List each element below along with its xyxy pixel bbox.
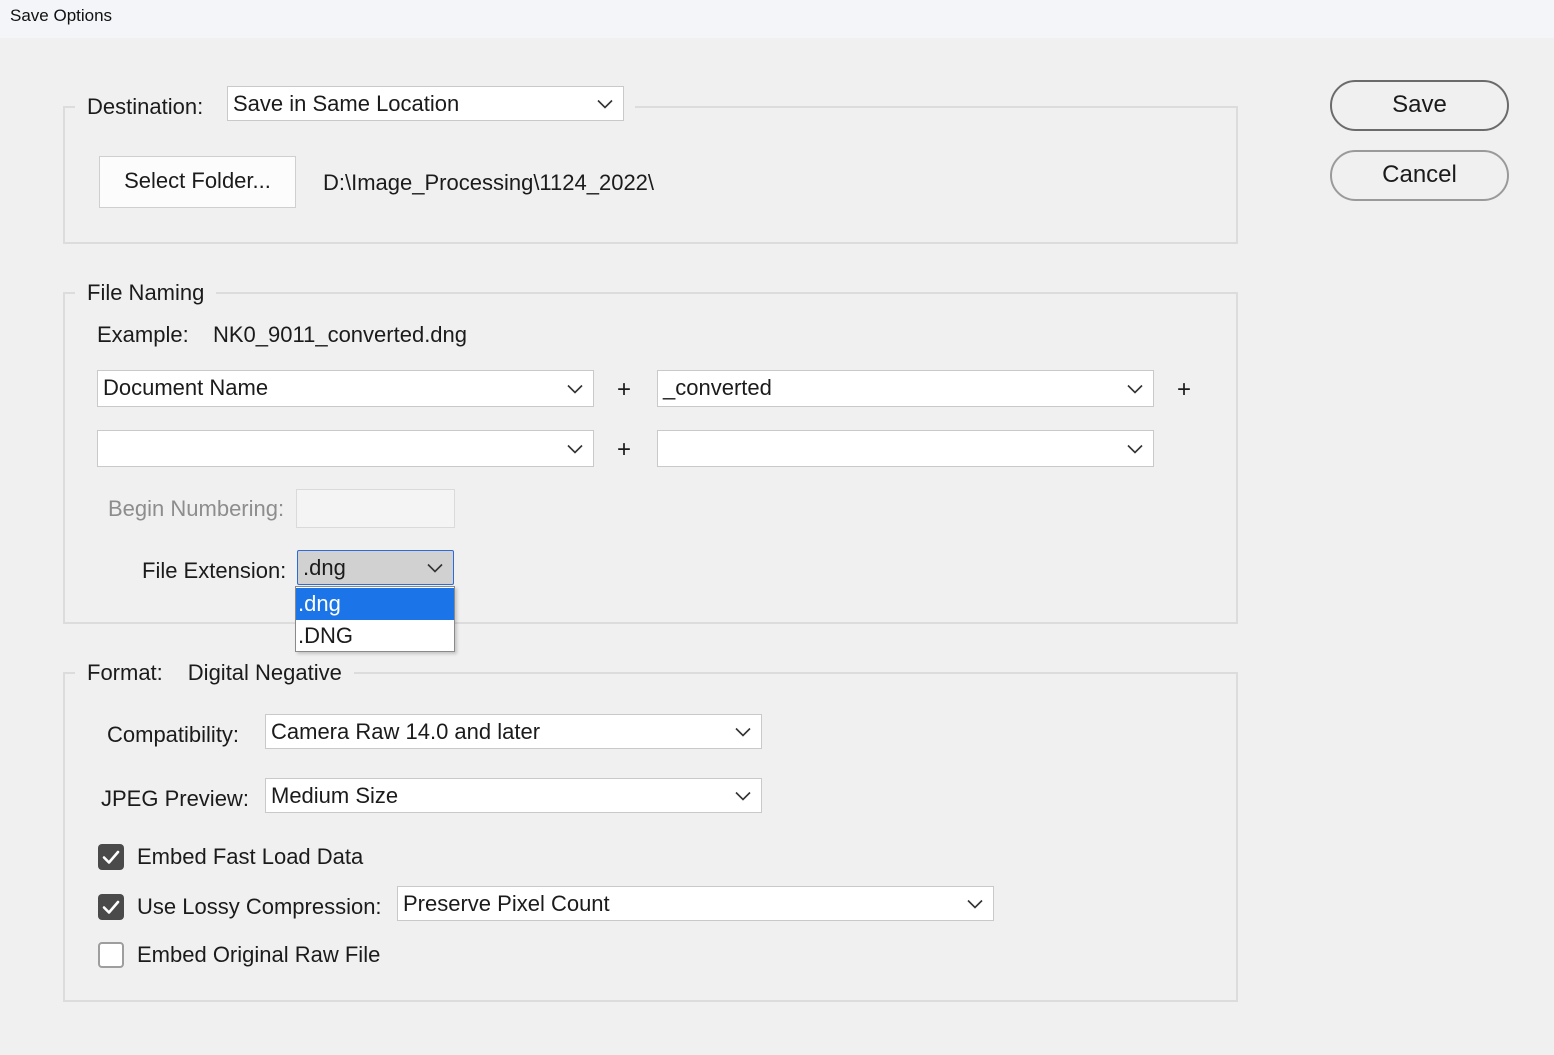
compatibility-value: Camera Raw 14.0 and later — [271, 719, 541, 744]
plus-separator: + — [1177, 376, 1192, 403]
embed-fast-load-checkbox[interactable] — [98, 844, 124, 870]
chevron-down-icon — [735, 727, 751, 737]
example-label: Example: — [97, 322, 189, 347]
naming-field-4[interactable] — [657, 430, 1154, 467]
chevron-down-icon — [597, 99, 613, 109]
example-value: NK0_9011_converted.dng — [213, 322, 468, 347]
file-extension-options-list: .dng .DNG — [295, 586, 455, 652]
file-extension-value: .dng — [303, 555, 346, 580]
plus-separator: + — [617, 436, 632, 463]
file-extension-option[interactable]: .dng — [296, 588, 454, 620]
naming-field-2-value: _converted — [663, 375, 772, 400]
begin-numbering-input — [296, 489, 455, 528]
naming-field-2[interactable]: _converted — [657, 370, 1154, 407]
begin-numbering-label: Begin Numbering: — [108, 496, 285, 521]
chevron-down-icon — [427, 563, 443, 573]
file-naming-title: File Naming — [75, 279, 217, 307]
file-extension-label: File Extension: — [142, 558, 287, 583]
jpeg-preview-value: Medium Size — [271, 783, 399, 808]
title-bar: Save Options — [0, 0, 1554, 38]
jpeg-preview-dropdown[interactable]: Medium Size — [265, 778, 762, 813]
file-extension-option[interactable]: .DNG — [296, 620, 454, 652]
format-label: Format: — [87, 660, 163, 685]
checkmark-icon — [102, 850, 120, 864]
compatibility-label: Compatibility: — [107, 722, 240, 747]
window-title: Save Options — [10, 6, 113, 25]
lossy-compression-dropdown[interactable]: Preserve Pixel Count — [397, 886, 994, 921]
chevron-down-icon — [1127, 384, 1143, 394]
chevron-down-icon — [567, 384, 583, 394]
lossy-compression-value: Preserve Pixel Count — [403, 891, 610, 916]
naming-field-1[interactable]: Document Name — [97, 370, 594, 407]
compatibility-dropdown[interactable]: Camera Raw 14.0 and later — [265, 714, 762, 749]
checkmark-icon — [102, 900, 120, 914]
select-folder-button[interactable]: Select Folder... — [99, 156, 296, 208]
chevron-down-icon — [567, 444, 583, 454]
format-legend: Format: Digital Negative — [75, 659, 354, 687]
format-value: Digital Negative — [187, 660, 342, 685]
plus-separator: + — [617, 376, 632, 403]
cancel-button[interactable]: Cancel — [1330, 150, 1509, 201]
destination-dropdown-value: Save in Same Location — [233, 91, 460, 116]
embed-original-raw-label[interactable]: Embed Original Raw File — [137, 941, 380, 969]
destination-label: Destination: — [75, 93, 216, 121]
chevron-down-icon — [967, 899, 983, 909]
embed-original-raw-checkbox[interactable] — [98, 942, 124, 968]
destination-dropdown[interactable]: Save in Same Location — [227, 86, 624, 121]
file-extension-dropdown[interactable]: .dng — [297, 550, 454, 585]
naming-field-1-value: Document Name — [103, 375, 269, 400]
jpeg-preview-label: JPEG Preview: — [101, 786, 249, 811]
chevron-down-icon — [1127, 444, 1143, 454]
lossy-compression-checkbox[interactable] — [98, 894, 124, 920]
save-button[interactable]: Save — [1330, 80, 1509, 131]
embed-fast-load-label[interactable]: Embed Fast Load Data — [137, 843, 363, 871]
naming-field-3[interactable] — [97, 430, 594, 467]
destination-path: D:\Image_Processing\1124_2022\ — [323, 170, 655, 195]
chevron-down-icon — [735, 791, 751, 801]
lossy-compression-label[interactable]: Use Lossy Compression: — [137, 893, 382, 921]
